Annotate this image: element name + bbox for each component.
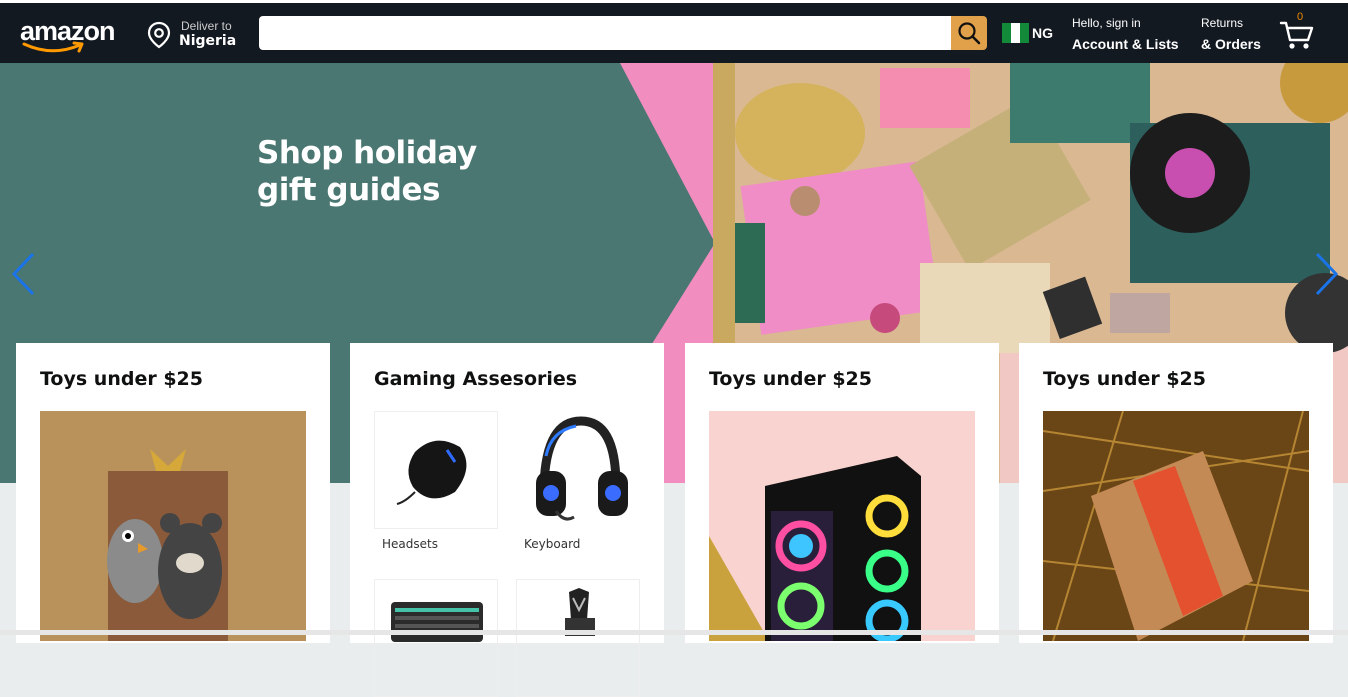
search-bar xyxy=(259,16,987,52)
carousel-next-button[interactable] xyxy=(1312,251,1342,301)
gaming-item-chair[interactable] xyxy=(516,579,640,697)
card-image-amazon-box[interactable] xyxy=(1043,411,1309,641)
bottom-scroll-edge xyxy=(0,630,1348,635)
returns-orders[interactable]: Returns & Orders xyxy=(1201,15,1261,54)
gaming-keyboard-image xyxy=(391,602,483,642)
smile-arrow-icon xyxy=(22,41,84,53)
deliver-to-country: Nigeria xyxy=(179,33,237,49)
gaming-chair-image xyxy=(565,588,595,636)
returns-line1: Returns xyxy=(1201,16,1244,30)
hero-title-line2: gift guides xyxy=(257,172,440,208)
country-code: NG xyxy=(1032,25,1053,41)
deliver-to-label: Deliver to xyxy=(181,19,232,33)
amazon-logo[interactable]: amazon xyxy=(20,15,125,55)
gaming-item-label: Keyboard xyxy=(524,537,581,551)
gaming-item-mouse[interactable] xyxy=(374,411,498,529)
gaming-headset-image xyxy=(536,416,628,521)
card-title: Toys under $25 xyxy=(1043,368,1206,390)
chevron-right-icon xyxy=(1315,252,1339,296)
chevron-left-icon xyxy=(11,252,35,296)
gaming-item-label: Headsets xyxy=(382,537,438,551)
amazon-box-image xyxy=(1043,411,1309,641)
card-toys-2[interactable]: Toys under $25 xyxy=(685,343,999,643)
card-toys-1[interactable]: Toys under $25 xyxy=(16,343,330,643)
plush-toys-image xyxy=(40,411,306,641)
nav-header: amazon Deliver to Nigeria NG Hello, sign… xyxy=(0,3,1348,63)
card-title: Toys under $25 xyxy=(40,368,203,390)
card-image-gaming-pc[interactable] xyxy=(709,411,975,641)
returns-line2: & Orders xyxy=(1201,36,1261,52)
account-greeting: Hello, sign in xyxy=(1072,16,1141,30)
cart-button[interactable]: 0 xyxy=(1279,11,1319,55)
carousel-prev-button[interactable] xyxy=(8,251,38,301)
account-lists[interactable]: Hello, sign in Account & Lists xyxy=(1072,15,1179,54)
card-title: Gaming Assesories xyxy=(374,368,578,390)
card-title: Toys under $25 xyxy=(709,368,872,390)
nigeria-flag-icon xyxy=(1002,23,1029,43)
card-image-plush-toys[interactable] xyxy=(40,411,306,641)
account-label: Account & Lists xyxy=(1072,36,1179,52)
card-toys-3[interactable]: Toys under $25 xyxy=(1019,343,1333,643)
gaming-mouse-image xyxy=(396,440,467,505)
search-icon xyxy=(958,22,981,45)
card-gaming-accessories[interactable]: Gaming Assesories Headsets Keyboard xyxy=(350,343,664,697)
location-pin-icon xyxy=(147,21,171,49)
gaming-item-headset[interactable] xyxy=(516,411,640,529)
hero-title-line1: Shop holiday xyxy=(257,135,477,171)
gaming-item-keyboard[interactable] xyxy=(374,579,498,697)
search-input[interactable] xyxy=(259,16,951,50)
hero-title[interactable]: Shop holiday gift guides xyxy=(257,135,537,209)
gaming-pc-image xyxy=(709,411,975,641)
search-button[interactable] xyxy=(951,16,987,50)
cart-icon xyxy=(1279,21,1314,49)
